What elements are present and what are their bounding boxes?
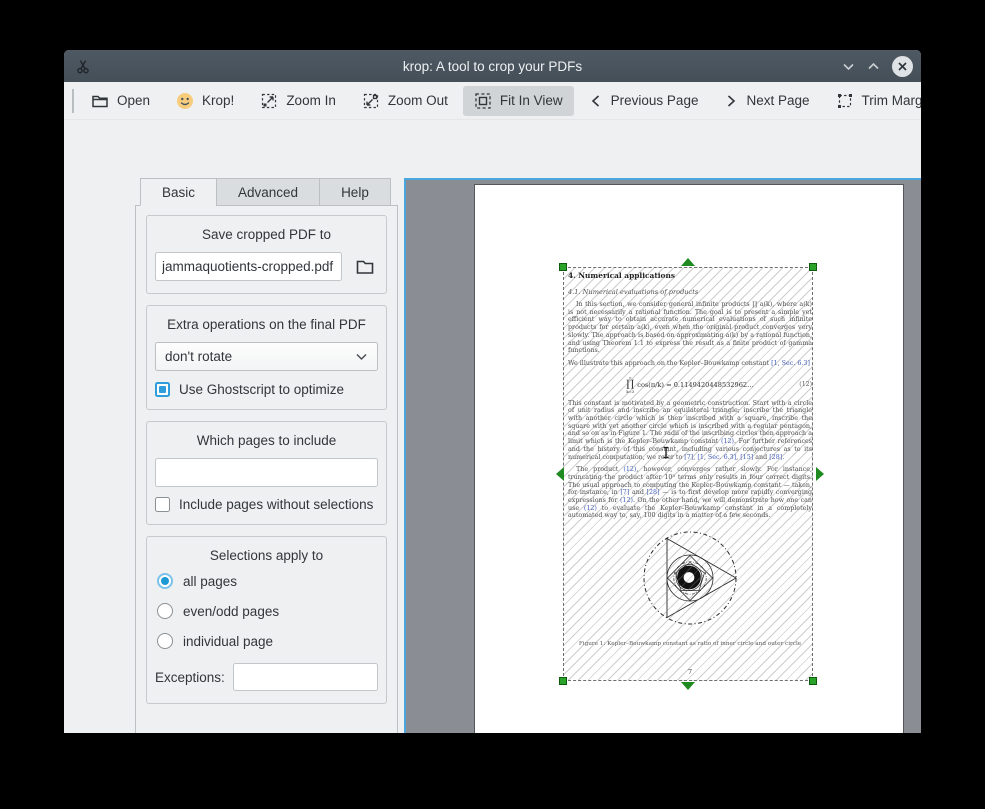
include-pages-label: Include pages without selections <box>179 497 373 512</box>
open-button[interactable]: Open <box>80 86 161 116</box>
crop-handle-top-right[interactable] <box>809 263 817 271</box>
ghostscript-option[interactable]: Use Ghostscript to optimize <box>155 382 378 397</box>
crop-handle-top[interactable] <box>681 258 695 266</box>
rotate-dropdown[interactable]: don't rotate <box>155 342 378 371</box>
even-odd-pages-radio[interactable] <box>157 603 173 619</box>
trim-margins-button[interactable]: Trim Margins <box>825 86 921 116</box>
maximize-button[interactable] <box>867 62 880 71</box>
pages-group-title: Which pages to include <box>155 430 378 458</box>
ghostscript-checkbox[interactable] <box>155 382 170 397</box>
extra-operations-title: Extra operations on the final PDF <box>155 314 378 342</box>
chevron-left-icon <box>589 93 603 109</box>
app-window: krop: A tool to crop your PDFs Open <box>64 50 921 733</box>
tab-basic[interactable]: Basic <box>140 178 216 206</box>
radio-all-pages[interactable]: all pages <box>157 573 378 589</box>
close-button[interactable] <box>892 56 913 77</box>
pdf-page[interactable]: 4. Numerical applications 4.1. Numerical… <box>474 184 904 733</box>
krop-button[interactable]: Krop! <box>165 86 245 116</box>
pages-group: Which pages to include Include pages wit… <box>146 421 387 525</box>
tab-help[interactable]: Help <box>319 178 391 206</box>
mouse-cursor-icon <box>662 446 670 459</box>
crop-handle-top-left[interactable] <box>559 263 567 271</box>
rotate-dropdown-value: don't rotate <box>165 349 232 364</box>
fit-in-view-button[interactable]: Fit In View <box>463 86 574 116</box>
zoom-in-icon <box>260 92 278 110</box>
selections-group: Selections apply to all pages even/odd p… <box>146 536 387 704</box>
save-filename-input[interactable] <box>155 252 342 281</box>
exceptions-input[interactable] <box>233 663 378 691</box>
previous-page-button[interactable]: Previous Page <box>578 86 710 116</box>
window-title: krop: A tool to crop your PDFs <box>64 59 921 74</box>
radio-even-odd-pages[interactable]: even/odd pages <box>157 603 378 619</box>
exceptions-label: Exceptions: <box>155 670 225 685</box>
folder-open-icon <box>91 92 109 110</box>
toolbar-drag-handle[interactable] <box>72 89 74 113</box>
smiley-icon <box>176 92 194 110</box>
crop-selection[interactable] <box>563 267 813 681</box>
all-pages-radio[interactable] <box>157 573 173 589</box>
zoom-in-button[interactable]: Zoom In <box>249 86 347 116</box>
extra-operations-group: Extra operations on the final PDF don't … <box>146 305 387 410</box>
main-toolbar: Open Krop! Zoom In Zoom Ou <box>64 82 921 120</box>
fit-in-view-icon <box>474 92 492 110</box>
pdf-preview-viewport[interactable]: 4. Numerical applications 4.1. Numerical… <box>404 178 921 733</box>
pages-to-include-input[interactable] <box>155 458 378 487</box>
chevron-right-icon <box>724 93 738 109</box>
crop-handle-bottom-left[interactable] <box>559 677 567 685</box>
folder-icon <box>355 258 375 276</box>
include-pages-option[interactable]: Include pages without selections <box>155 497 378 512</box>
crop-handle-bottom[interactable] <box>681 682 695 690</box>
individual-page-radio[interactable] <box>157 633 173 649</box>
crop-handle-left[interactable] <box>556 467 564 481</box>
crop-handle-right[interactable] <box>816 467 824 481</box>
zoom-out-icon <box>362 92 380 110</box>
chevron-down-icon <box>355 352 368 361</box>
selections-group-title: Selections apply to <box>155 545 378 573</box>
crop-handle-bottom-right[interactable] <box>809 677 817 685</box>
radio-individual-page[interactable]: individual page <box>157 633 378 649</box>
browse-file-button[interactable] <box>352 254 378 280</box>
title-bar[interactable]: krop: A tool to crop your PDFs <box>64 50 921 82</box>
ghostscript-label: Use Ghostscript to optimize <box>179 382 344 397</box>
next-page-button[interactable]: Next Page <box>713 86 820 116</box>
minimize-button[interactable] <box>842 62 855 71</box>
trim-margins-icon <box>836 92 854 110</box>
tab-advanced[interactable]: Advanced <box>216 178 319 206</box>
save-group-title: Save cropped PDF to <box>155 224 378 252</box>
sidebar-tabs: Basic Advanced Help <box>140 178 391 206</box>
basic-tab-panel: Save cropped PDF to Extra operations on … <box>135 205 398 733</box>
zoom-out-button[interactable]: Zoom Out <box>351 86 459 116</box>
include-pages-checkbox[interactable] <box>155 497 170 512</box>
save-group: Save cropped PDF to <box>146 215 387 294</box>
